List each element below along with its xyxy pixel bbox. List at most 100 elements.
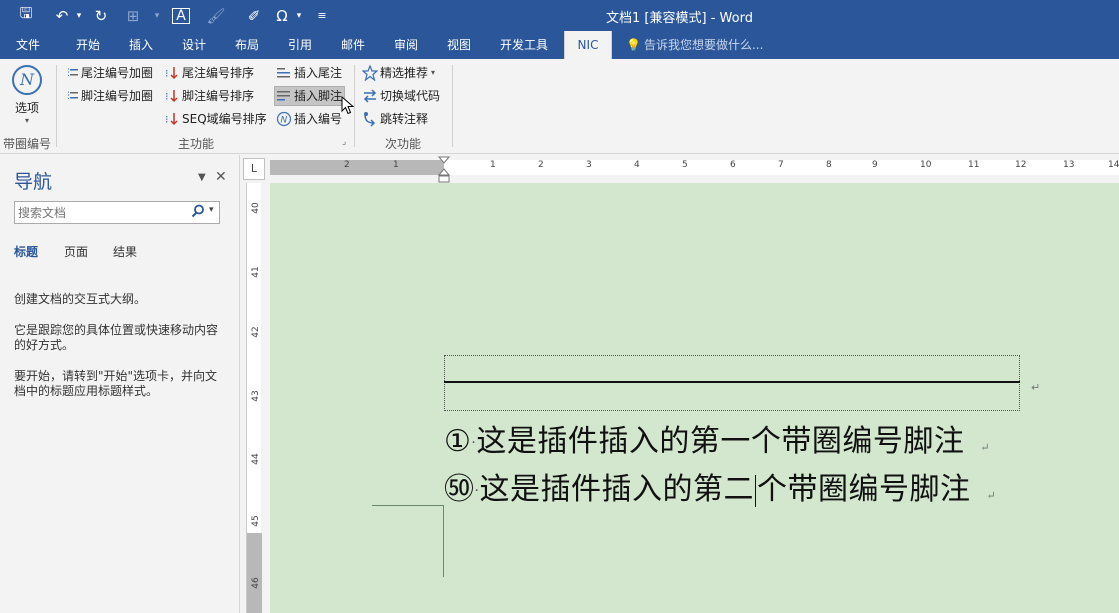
- tab-selector[interactable]: L: [243, 158, 265, 180]
- mouse-cursor-icon: [341, 96, 355, 115]
- tab-layout[interactable]: 布局: [221, 31, 273, 59]
- ruler-number: 46: [251, 577, 261, 589]
- ruler-number: 14: [1108, 160, 1119, 170]
- footnote-circle-button[interactable]: ⋮ 脚注编号加圈: [63, 86, 153, 106]
- footnote-separator-box[interactable]: [444, 355, 1020, 411]
- insert-endnote-label: 插入尾注: [294, 66, 343, 80]
- customize-qat-icon[interactable]: ≡: [308, 0, 336, 31]
- search-input[interactable]: [15, 202, 185, 223]
- vertical-ruler[interactable]: [241, 155, 270, 613]
- sort-icon: ⁝: [164, 65, 180, 81]
- group-label-main: 主功能: [178, 137, 215, 151]
- ruler-number: 7: [778, 160, 784, 170]
- tell-me-box[interactable]: 💡 告诉我您想要做什么...: [626, 31, 763, 59]
- undo-dropdown-icon[interactable]: ▾: [72, 0, 86, 31]
- footnote-separator-line: [444, 381, 1020, 383]
- close-icon[interactable]: ✕: [215, 169, 227, 185]
- lightbulb-icon: 💡: [626, 38, 641, 52]
- endnote-circle-icon: ⋮: [63, 65, 79, 81]
- footnote-circle-icon: ⋮: [63, 88, 79, 104]
- ruler-number: 3: [586, 160, 592, 170]
- svg-text:⁝: ⁝: [165, 67, 169, 80]
- insert-endnote-button[interactable]: 插入尾注: [276, 63, 342, 83]
- tab-file[interactable]: 文件: [5, 31, 51, 59]
- footnote-2[interactable]: ㊿·这是插件插入的第二 个带圈编号脚注 ↵: [444, 464, 996, 507]
- table-dropdown-icon[interactable]: ▾: [150, 0, 164, 31]
- endnote-sort-label: 尾注编号排序: [182, 66, 255, 80]
- nav-tab-pages[interactable]: 页面: [64, 243, 88, 260]
- textbox-icon[interactable]: A: [164, 0, 198, 31]
- ruler-number: 4: [634, 160, 640, 170]
- insert-footnote-icon: [276, 88, 292, 104]
- footnote-sort-button[interactable]: ⁝ 脚注编号排序: [164, 86, 254, 106]
- nav-search-box[interactable]: ▾: [14, 201, 220, 224]
- toggle-field-codes-button[interactable]: 切换域代码: [362, 86, 440, 106]
- star-icon: [361, 64, 379, 82]
- tell-me-text: 告诉我您想要做什么...: [643, 38, 764, 52]
- ruler-number: 2: [538, 160, 544, 170]
- chevron-down-icon[interactable]: ▾: [209, 205, 214, 215]
- quick-access-toolbar: 🖫 ↶ ▾ ↻ ⊞ ▾ A 🖌 ✐ Ω ▾ ≡: [0, 0, 336, 31]
- nav-hint-2: 它是跟踪您的具体位置或快速移动内容的好方式。: [14, 323, 219, 352]
- seq-sort-label: SEQ域编号排序: [182, 112, 267, 126]
- options-label: 选项: [14, 101, 39, 115]
- navigation-pane: 导航 ▼ ✕ ▾ 标题 页面 结果 创建文档的交互式大纲。 它是跟踪您的具体位置…: [0, 155, 240, 613]
- textbox-glyph: A: [172, 7, 190, 24]
- footnote-number: ①: [444, 424, 472, 459]
- omega-dropdown-icon[interactable]: ▾: [290, 0, 308, 31]
- jump-note-button[interactable]: 跳转注释: [362, 109, 428, 129]
- jump-note-label: 跳转注释: [380, 112, 429, 126]
- tab-mailings[interactable]: 邮件: [327, 31, 379, 59]
- svg-text:⁝: ⁝: [165, 90, 169, 103]
- window-title-text: 文档1 [兼容模式] - Word: [606, 11, 753, 26]
- featured-recommend-button[interactable]: 精选推荐 ▾: [361, 63, 435, 83]
- paragraph-mark: ↵: [980, 441, 991, 454]
- endnote-sort-button[interactable]: ⁝ 尾注编号排序: [164, 63, 254, 83]
- undo-icon[interactable]: ↶: [52, 0, 72, 31]
- footnote-1[interactable]: ①·这是插件插入的第一个带圈编号脚注 ↵: [444, 416, 991, 459]
- group-separator: [56, 65, 57, 147]
- sort-icon: ⁝: [164, 88, 180, 104]
- endnote-circle-label: 尾注编号加圈: [81, 66, 154, 80]
- footnote-text-after-caret: 个带圈编号脚注: [756, 472, 971, 507]
- seq-sort-button[interactable]: ⁝ SEQ域编号排序: [164, 109, 267, 129]
- toggle-field-codes-label: 切换域代码: [380, 89, 441, 103]
- nav-tab-results[interactable]: 结果: [113, 243, 137, 260]
- tab-references[interactable]: 引用: [274, 31, 326, 59]
- chevron-down-icon: ▾: [24, 116, 29, 125]
- redo-icon[interactable]: ↻: [86, 0, 116, 31]
- tab-developer[interactable]: 开发工具: [490, 31, 558, 59]
- insert-footnote-button[interactable]: 插入脚注: [274, 86, 346, 106]
- indent-marker-icon[interactable]: [438, 156, 450, 184]
- tab-view[interactable]: 视图: [433, 31, 485, 59]
- tab-home[interactable]: 开始: [62, 31, 114, 59]
- options-button[interactable]: N 选项 ▾: [6, 65, 48, 129]
- nav-options-icon[interactable]: ▼: [198, 172, 206, 183]
- ruler-number: 10: [920, 160, 932, 170]
- brush-icon[interactable]: 🖌: [198, 0, 234, 31]
- group-label-secondary: 次功能: [385, 137, 422, 151]
- table-icon[interactable]: ⊞: [116, 0, 150, 31]
- ruler-number: 42: [251, 326, 261, 338]
- ruler-number: 11: [968, 160, 980, 170]
- ruler-number: 2: [344, 160, 350, 170]
- jump-icon: [362, 111, 378, 127]
- circled-n-icon: N: [276, 111, 292, 127]
- tab-nic[interactable]: NIC: [564, 31, 612, 59]
- tab-review[interactable]: 审阅: [380, 31, 432, 59]
- insert-endnote-icon: [276, 65, 292, 81]
- save-icon[interactable]: 🖫: [0, 0, 52, 31]
- search-icon[interactable]: [191, 204, 205, 222]
- insert-number-button[interactable]: N 插入编号: [276, 109, 342, 129]
- footnote-sort-label: 脚注编号排序: [182, 89, 255, 103]
- horizontal-ruler-margin: [270, 160, 444, 175]
- endnote-circle-button[interactable]: ⋮ 尾注编号加圈: [63, 63, 153, 83]
- dialog-launcher-icon[interactable]: ⌟: [342, 137, 346, 147]
- format-painter-icon[interactable]: ✐: [234, 0, 274, 31]
- omega-icon[interactable]: Ω: [274, 0, 290, 31]
- nav-tab-headings[interactable]: 标题: [14, 243, 38, 260]
- ruler-number: 41: [251, 266, 261, 278]
- tab-design[interactable]: 设计: [168, 31, 220, 59]
- tab-insert[interactable]: 插入: [115, 31, 167, 59]
- footnote-text-before-caret: 这是插件插入的第二: [479, 472, 754, 507]
